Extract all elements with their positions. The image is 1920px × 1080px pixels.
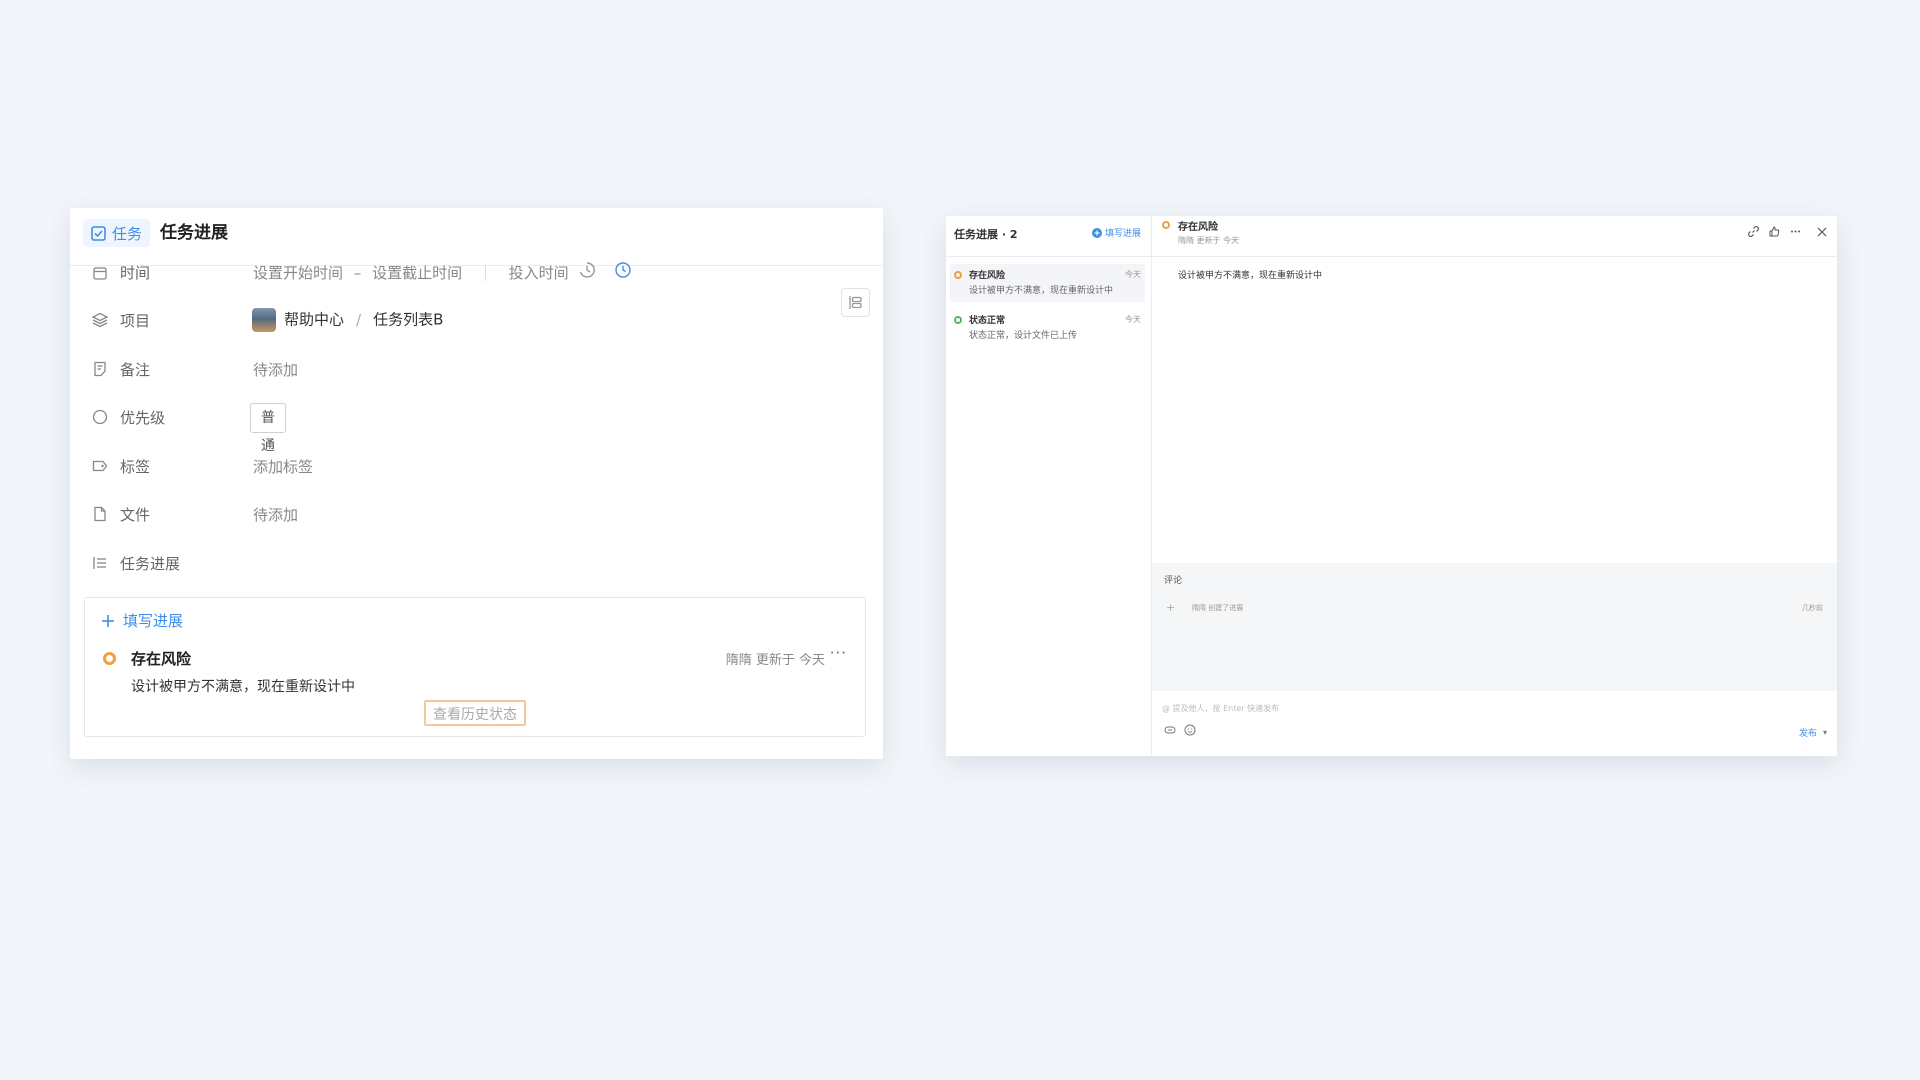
item-status: 状态正常 [969, 316, 1006, 326]
progress-label: 任务进展 [120, 554, 181, 573]
tags-label: 标签 [120, 457, 151, 476]
thumbs-up-icon[interactable] [1769, 226, 1780, 237]
project-avatar [252, 308, 276, 332]
progress-meta: 隋隋 更新于 今天 [725, 653, 825, 668]
progress-entry[interactable]: 存在风险 隋隋 更新于 今天 ··· [103, 644, 847, 672]
more-icon[interactable]: ··· [830, 644, 847, 662]
activity-row: + 隋隋 创建了进展 几秒前 [1164, 601, 1823, 615]
emoji-icon[interactable] [1184, 724, 1196, 736]
calendar-icon [92, 265, 108, 281]
publish-button[interactable]: 发布 ▾ [1799, 726, 1827, 739]
time-dash: – [353, 263, 362, 282]
detail-status: 存在风险 [1178, 222, 1218, 233]
sidebar-toggle-button[interactable] [841, 288, 870, 317]
more-icon[interactable] [1790, 226, 1801, 237]
task-type-chip[interactable]: 任务 [83, 219, 151, 247]
page-title: 任务进展 [160, 223, 228, 243]
panel-header: 任务 任务进展 [70, 208, 883, 266]
progress-detail-panel: 任务进展 · 2 填写进展 存在风险 今天 设计被甲方不满意，现在重新设计中 状… [946, 216, 1837, 756]
start-time-input[interactable]: 设置开始时间 [253, 264, 343, 282]
detail-meta: 隋隋 更新于 今天 [1178, 236, 1240, 245]
activity-time: 几秒前 [1802, 604, 1823, 612]
list-item[interactable]: 状态正常 今天 状态正常，设计文件已上传 [950, 309, 1145, 347]
comment-input[interactable]: @ 提及他人，按 Enter 快速发布 [1162, 703, 1279, 714]
files-value[interactable]: 待添加 [253, 504, 298, 525]
progress-list-title: 任务进展 · 2 [954, 228, 1018, 241]
normal-status-icon [954, 316, 962, 324]
detail-actions [1748, 226, 1827, 237]
files-label: 文件 [120, 505, 151, 524]
item-desc: 设计被甲方不满意，现在重新设计中 [969, 286, 1114, 296]
note-icon [92, 361, 108, 377]
clock-icon[interactable] [614, 261, 632, 279]
fill-progress-label: 填写进展 [1104, 229, 1141, 239]
divider [484, 265, 486, 281]
comments-title: 评论 [1164, 576, 1183, 586]
plus-icon: + [1166, 601, 1176, 614]
layers-icon [92, 312, 108, 328]
breadcrumb-separator: / [356, 310, 362, 329]
progress-status: 存在风险 [131, 650, 192, 668]
project-label: 项目 [120, 311, 151, 330]
progress-list-header: 任务进展 · 2 填写进展 [946, 216, 1151, 257]
end-time-input[interactable]: 设置截止时间 [372, 264, 462, 282]
circle-icon [92, 409, 108, 425]
risk-status-icon [1162, 221, 1170, 229]
detail-body: 设计被甲方不满意，现在重新设计中 [1178, 271, 1323, 281]
note-label: 备注 [120, 360, 151, 379]
close-icon[interactable] [1817, 227, 1827, 237]
item-desc: 状态正常，设计文件已上传 [969, 331, 1078, 341]
priority-select[interactable]: 普通 [250, 403, 286, 454]
risk-status-icon [103, 652, 116, 665]
view-history-button[interactable]: 查看历史状态 [424, 700, 526, 726]
add-progress-label: 填写进展 [123, 612, 184, 630]
comment-composer: @ 提及他人，按 Enter 快速发布 发布 ▾ [1152, 691, 1837, 756]
progress-card: 填写进展 存在风险 隋隋 更新于 今天 ··· 设计被甲方不满意，现在重新设计中… [84, 597, 866, 737]
task-type-label: 任务 [112, 224, 143, 243]
layout-icon [848, 295, 863, 310]
progress-description: 设计被甲方不满意，现在重新设计中 [131, 679, 355, 695]
progress-detail: 存在风险 隋隋 更新于 今天 设计被甲方不满意，现在重新设计中 评论 + 隋隋 … [1152, 216, 1837, 756]
activity-text: 隋隋 创建了进展 [1192, 604, 1244, 612]
link-icon[interactable] [1748, 226, 1759, 237]
fill-progress-button[interactable]: 填写进展 [1091, 226, 1141, 239]
list-item[interactable]: 存在风险 今天 设计被甲方不满意，现在重新设计中 [950, 264, 1145, 302]
item-time: 今天 [1125, 315, 1141, 324]
time-label: 时间 [120, 263, 151, 282]
task-list-name[interactable]: 任务列表B [373, 311, 443, 329]
detail-header: 存在风险 隋隋 更新于 今天 [1152, 216, 1837, 257]
chevron-down-icon[interactable]: ▾ [1823, 728, 1827, 737]
tag-icon [92, 458, 108, 474]
composer-tools [1164, 724, 1196, 736]
project-value[interactable]: 帮助中心 / 任务列表B [252, 308, 443, 332]
add-tag-button[interactable]: 添加标签 [253, 456, 313, 477]
plus-circle-icon [1091, 227, 1102, 238]
file-icon [92, 506, 108, 522]
list-icon [92, 555, 108, 571]
time-actions [578, 261, 632, 279]
time-range: 设置开始时间 – 设置截止时间 投入时间 [253, 262, 569, 283]
plus-icon [101, 614, 115, 628]
invest-time-input[interactable]: 投入时间 [509, 264, 569, 282]
progress-list: 任务进展 · 2 填写进展 存在风险 今天 设计被甲方不满意，现在重新设计中 状… [946, 216, 1152, 756]
risk-status-icon [954, 271, 962, 279]
project-name[interactable]: 帮助中心 [284, 311, 344, 329]
item-status: 存在风险 [969, 271, 1006, 281]
note-value[interactable]: 待添加 [253, 359, 298, 380]
comments-section: 评论 + 隋隋 创建了进展 几秒前 [1152, 563, 1837, 691]
attachment-icon[interactable] [1164, 724, 1176, 736]
item-time: 今天 [1125, 270, 1141, 279]
priority-label: 优先级 [120, 408, 166, 427]
history-icon[interactable] [578, 261, 596, 279]
publish-label: 发布 [1798, 729, 1817, 739]
add-progress-button[interactable]: 填写进展 [101, 610, 183, 631]
task-detail-panel: 任务 任务进展 时间 设置开始时间 – 设置截止时间 投入时间 项目 帮助中心 … [70, 208, 883, 759]
checkbox-icon [91, 225, 106, 241]
